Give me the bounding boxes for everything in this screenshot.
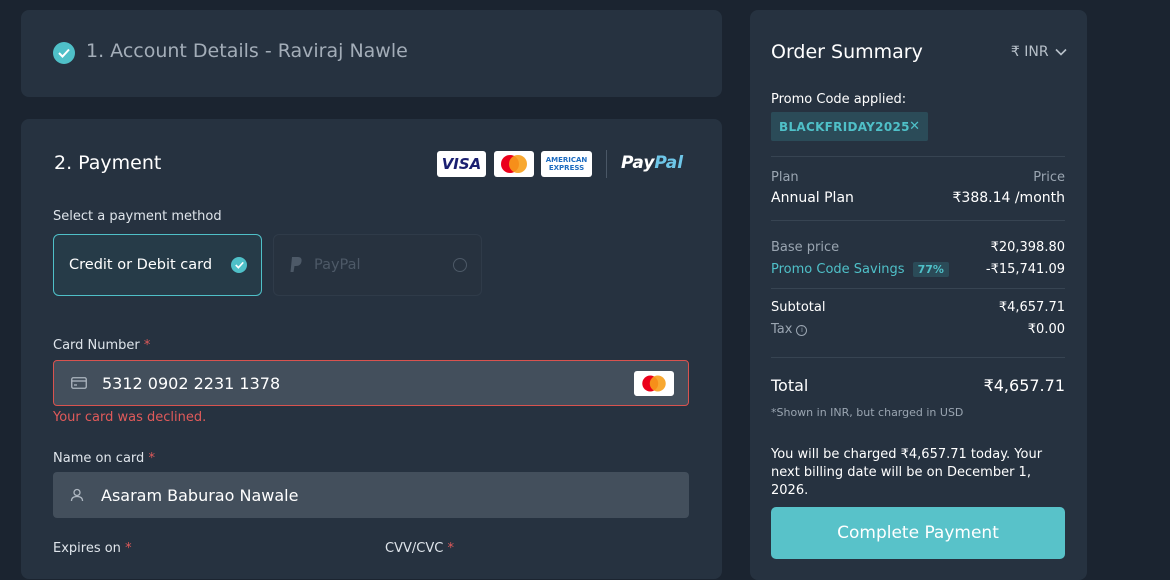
mastercard-logo (494, 151, 534, 177)
chevron-down-icon (1055, 48, 1067, 56)
user-icon (70, 488, 84, 502)
promo-savings-value: -₹15,741.09 (985, 262, 1065, 277)
divider (771, 156, 1065, 157)
divider (771, 288, 1065, 289)
paypal-option[interactable]: PayPal (273, 234, 482, 296)
card-number-label: Card Number * (53, 338, 151, 353)
info-icon[interactable]: i (796, 325, 808, 336)
check-icon (53, 42, 75, 64)
credit-card-option[interactable]: Credit or Debit card (53, 234, 262, 296)
paypal-logo: PayPal (621, 153, 684, 173)
account-details-title: 1. Account Details - Raviraj Nawle (86, 40, 408, 62)
total-value: ₹4,657.71 (983, 376, 1065, 395)
name-on-card-value: Asaram Baburao Nawale (101, 485, 299, 505)
order-summary-title: Order Summary (771, 41, 923, 63)
complete-payment-button[interactable]: Complete Payment (771, 507, 1065, 559)
total-label: Total (771, 376, 809, 395)
mastercard-icon (634, 370, 674, 396)
promo-applied-label: Promo Code applied: (771, 92, 907, 107)
billing-note: You will be charged ₹4,657.71 today. You… (771, 447, 1043, 498)
credit-card-option-label: Credit or Debit card (69, 257, 213, 273)
plan-header: Plan (771, 170, 799, 185)
base-price-value: ₹20,398.80 (990, 240, 1065, 255)
payment-panel: 2. Payment VISA AMERICAN EXPRESS PayPal … (21, 119, 722, 579)
paypal-icon (290, 257, 302, 272)
price-header: Price (1033, 170, 1065, 185)
order-summary-panel: Order Summary ₹ INR Promo Code applied: … (750, 10, 1087, 580)
tax-value: ₹0.00 (1027, 322, 1065, 337)
credit-card-icon (71, 377, 87, 389)
currency-selector[interactable]: ₹ INR (1011, 44, 1067, 60)
savings-percent-badge: 77% (912, 262, 949, 277)
radio-button[interactable] (453, 258, 467, 272)
base-price-label: Base price (771, 240, 840, 255)
name-on-card-label: Name on card * (53, 451, 155, 466)
subtotal-label: Subtotal (771, 300, 826, 315)
currency-footnote: *Shown in INR, but charged in USD (771, 406, 964, 419)
promo-savings-label: Promo Code Savings 77% (771, 262, 949, 277)
card-number-value: 5312 0902 2231 1378 (102, 373, 281, 393)
subtotal-value: ₹4,657.71 (998, 300, 1065, 315)
plan-price: ₹388.14 /month (952, 190, 1066, 206)
remove-promo-icon[interactable]: ✕ (909, 119, 920, 134)
logo-divider (606, 150, 607, 178)
plan-name: Annual Plan (771, 190, 854, 206)
expires-label: Expires on * (53, 541, 132, 556)
card-number-input[interactable]: 5312 0902 2231 1378 (53, 360, 689, 406)
name-on-card-input[interactable]: Asaram Baburao Nawale (53, 472, 689, 518)
payment-method-label: Select a payment method (53, 209, 222, 224)
paypal-option-label: PayPal (314, 257, 361, 273)
card-error-message: Your card was declined. (53, 410, 207, 425)
tax-label: Tax i (771, 322, 808, 337)
payment-title: 2. Payment (54, 152, 162, 174)
amex-logo: AMERICAN EXPRESS (541, 151, 592, 177)
cvv-label: CVV/CVC * (385, 541, 454, 556)
divider (771, 357, 1065, 358)
visa-logo: VISA (437, 151, 486, 177)
selected-check-icon (231, 257, 247, 273)
promo-code: BLACKFRIDAY2025 (779, 119, 910, 134)
account-details-panel[interactable]: 1. Account Details - Raviraj Nawle (21, 10, 722, 97)
divider (771, 220, 1065, 221)
promo-code-chip: BLACKFRIDAY2025 ✕ (771, 112, 928, 141)
